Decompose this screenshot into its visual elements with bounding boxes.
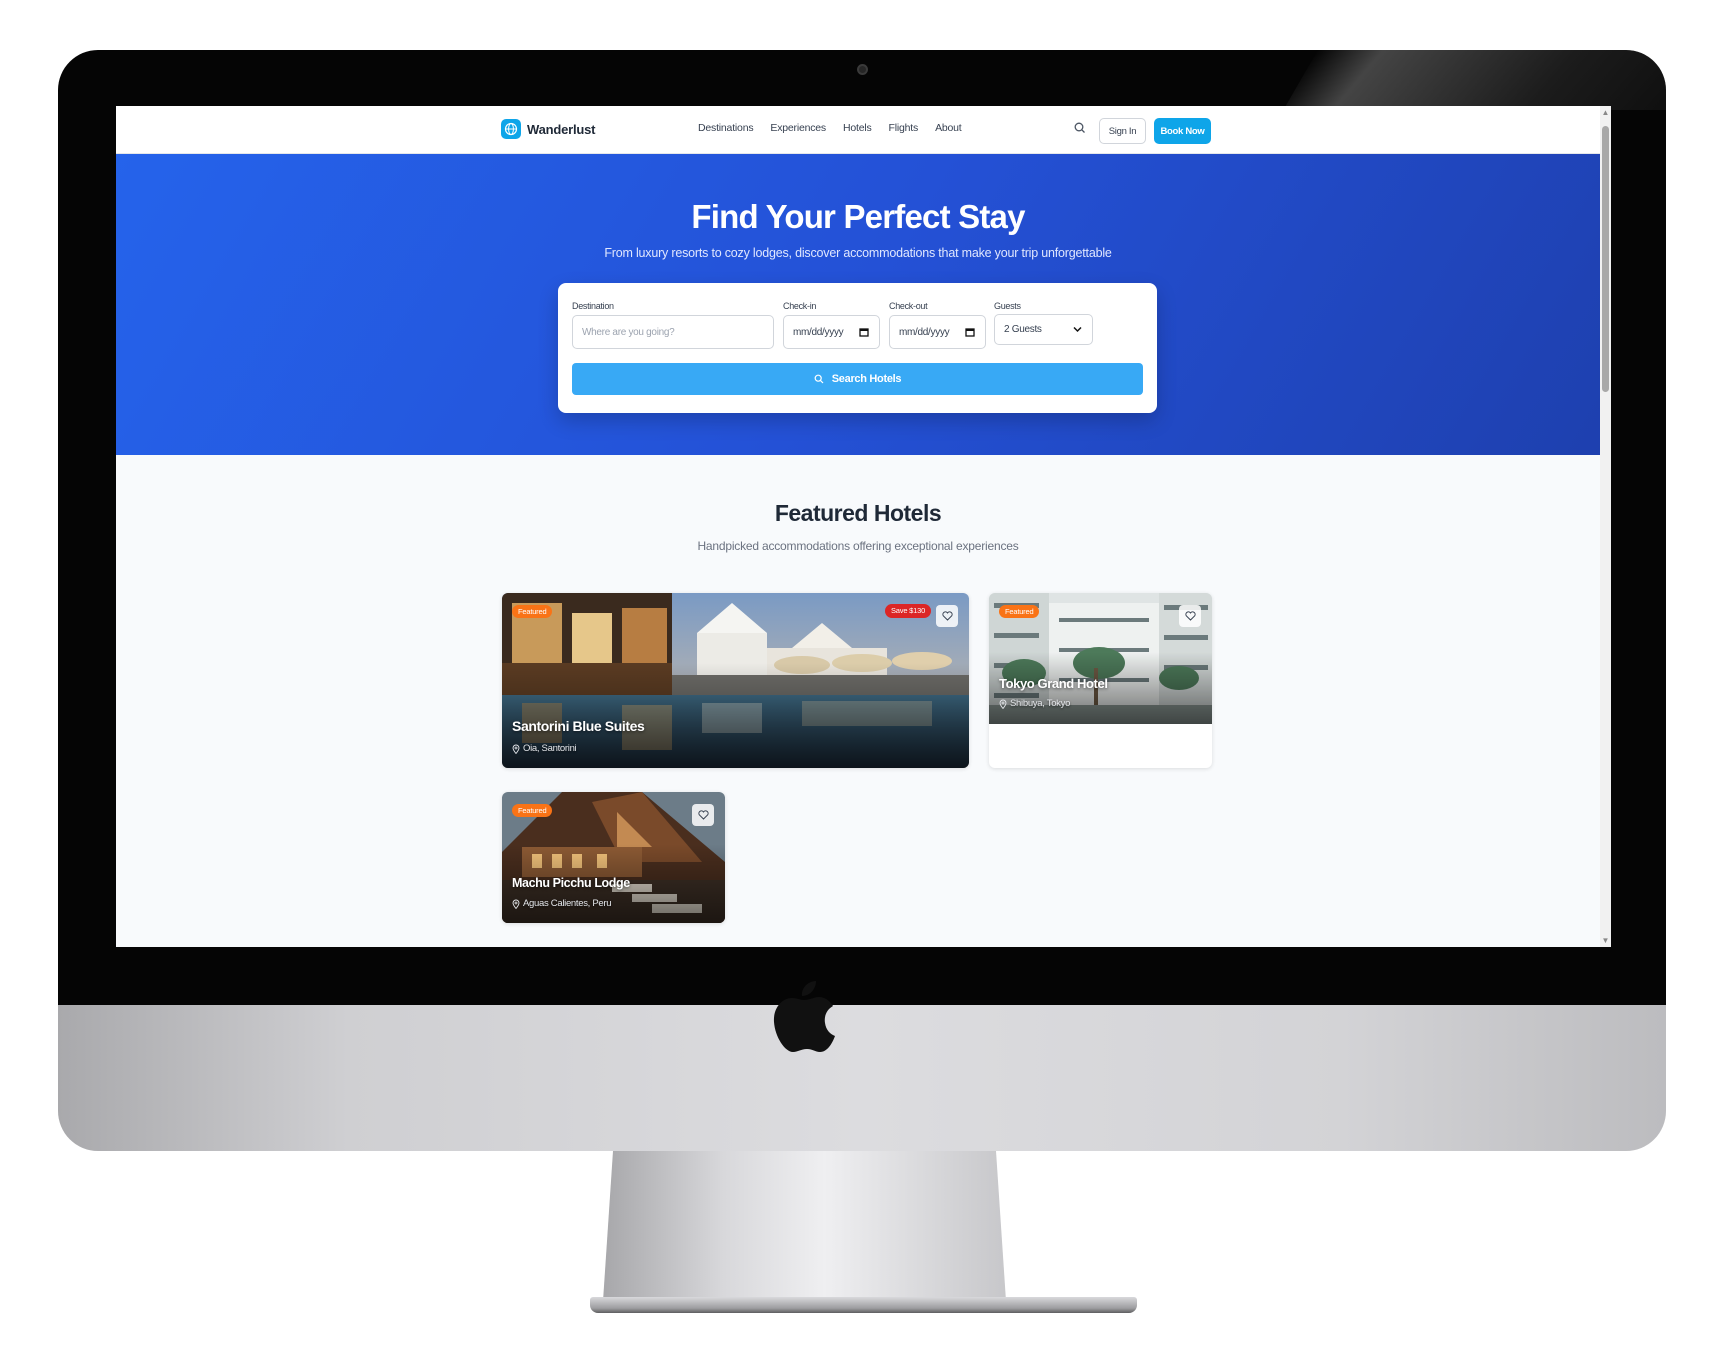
search-hotels-label: Search Hotels [831, 373, 902, 385]
featured-badge: Featured [512, 605, 553, 618]
camera [857, 64, 868, 75]
hotel-location-text: Aguas Calientes, Peru [523, 898, 612, 909]
browser-viewport: Wanderlust Destinations Experiences Hote… [116, 106, 1611, 947]
checkin-value: mm/dd/yyyy [793, 326, 844, 338]
hotel-name: Santorini Blue Suites [512, 718, 645, 734]
nav-link-hotels[interactable]: Hotels [843, 122, 872, 134]
featured-badge: Featured [999, 605, 1040, 618]
calendar-icon[interactable] [859, 327, 869, 337]
top-navbar: Wanderlust Destinations Experiences Hote… [116, 106, 1600, 154]
hotel-card-machu-picchu[interactable]: Featured Machu Picchu Lodge Aguas Calien… [502, 792, 725, 923]
featured-badge: Featured [512, 804, 553, 817]
destination-placeholder: Where are you going? [582, 326, 675, 338]
heart-icon [941, 611, 953, 621]
monitor-stand-base [590, 1297, 1137, 1313]
hotel-location: Shibuya, Tokyo [999, 698, 1070, 709]
hotel-location-text: Shibuya, Tokyo [1010, 698, 1071, 709]
checkout-label: Check-out [889, 301, 928, 311]
scroll-up-arrow[interactable]: ▲ [1601, 108, 1610, 117]
hotel-card-santorini[interactable]: Featured Save $130 Santorini Blue Suites… [502, 593, 969, 768]
hotel-card-tokyo[interactable]: Featured Tokyo Grand Hotel Shibuya, Toky… [989, 593, 1212, 768]
page-scrollbar[interactable]: ▲ ▼ [1600, 106, 1611, 947]
search-icon [814, 374, 824, 384]
nav-link-flights[interactable]: Flights [889, 122, 919, 134]
scrollbar-thumb[interactable] [1602, 126, 1609, 392]
hero-subtitle: From luxury resorts to cozy lodges, disc… [604, 246, 1112, 260]
hotel-location: Aguas Calientes, Peru [512, 898, 612, 909]
map-pin-icon [512, 744, 520, 754]
map-pin-icon [999, 699, 1007, 709]
monitor-stand-neck [603, 1151, 1006, 1301]
apple-logo [773, 981, 835, 1052]
brand-logo[interactable]: Wanderlust [501, 119, 596, 139]
hotel-search-form: Destination Where are you going? Check-i… [558, 283, 1157, 413]
calendar-icon[interactable] [965, 327, 975, 337]
map-pin-icon [512, 899, 520, 909]
search-hotels-button[interactable]: Search Hotels [572, 363, 1143, 395]
guests-label: Guests [994, 301, 1021, 311]
checkout-value: mm/dd/yyyy [899, 326, 950, 338]
nav-link-about[interactable]: About [935, 122, 962, 134]
destination-input[interactable]: Where are you going? [572, 315, 774, 349]
search-icon[interactable] [1073, 121, 1087, 135]
favorite-button[interactable] [936, 605, 958, 627]
bezel-glare [1283, 50, 1666, 110]
hotel-name: Tokyo Grand Hotel [999, 676, 1108, 691]
nav-links: Destinations Experiences Hotels Flights … [698, 122, 962, 134]
featured-subtitle: Handpicked accommodations offering excep… [697, 539, 1019, 553]
heart-icon [697, 810, 709, 820]
checkout-date-input[interactable]: mm/dd/yyyy [889, 315, 986, 349]
sign-in-button[interactable]: Sign In [1099, 118, 1146, 144]
heart-icon [1184, 611, 1196, 621]
featured-title: Featured Hotels [774, 500, 942, 526]
checkin-label: Check-in [783, 301, 817, 311]
nav-link-experiences[interactable]: Experiences [770, 122, 826, 134]
monitor-chin [58, 1005, 1666, 1151]
hotel-location: Oia, Santorini [512, 743, 577, 754]
guests-value: 2 Guests [1004, 324, 1042, 335]
scroll-down-arrow[interactable]: ▼ [1601, 936, 1610, 945]
hero-title: Find Your Perfect Stay [691, 198, 1025, 235]
nav-link-destinations[interactable]: Destinations [698, 122, 754, 134]
favorite-button[interactable] [1179, 605, 1201, 627]
chevron-down-icon [1073, 326, 1082, 333]
favorite-button[interactable] [692, 804, 714, 826]
destination-label: Destination [572, 301, 614, 311]
book-now-button[interactable]: Book Now [1154, 118, 1211, 144]
hotel-location-text: Oia, Santorini [523, 743, 577, 754]
save-badge: Save $130 [885, 604, 932, 618]
hero-section: Find Your Perfect Stay From luxury resor… [116, 154, 1600, 455]
guests-select[interactable]: 2 Guests [994, 314, 1093, 345]
globe-icon [501, 119, 521, 139]
brand-name: Wanderlust [527, 121, 596, 137]
checkin-date-input[interactable]: mm/dd/yyyy [783, 315, 880, 349]
hotel-name: Machu Picchu Lodge [512, 876, 630, 890]
